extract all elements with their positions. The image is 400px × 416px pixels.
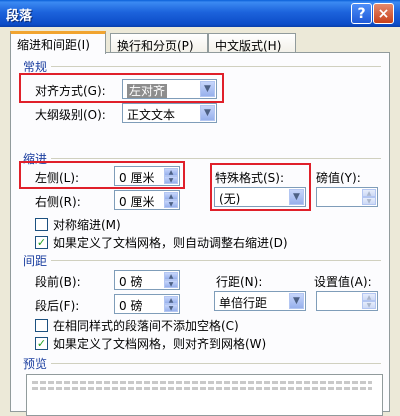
divider (51, 66, 381, 67)
indent-by-label: 磅值(Y): (316, 171, 361, 185)
no-space-same-style-checkbox[interactable] (35, 319, 48, 332)
mirror-indents-label: 对称缩进(M) (53, 218, 121, 232)
spin-down-icon[interactable]: ▼ (362, 301, 376, 309)
space-after-value: 0 磅 (119, 299, 143, 313)
line-spacing-select[interactable]: 单倍行距 ▼ (214, 291, 306, 311)
special-indent-label: 特殊格式(S): (215, 171, 285, 185)
alignment-value: 左对齐 (127, 84, 168, 98)
spin-up-icon[interactable]: ▲ (362, 293, 376, 301)
close-icon: × (377, 5, 390, 22)
chevron-down-icon[interactable]: ▼ (289, 189, 304, 205)
indent-by-spinner[interactable]: ▲ ▼ (316, 187, 378, 207)
divider (51, 363, 381, 364)
space-after-label: 段后(F): (35, 299, 80, 313)
space-before-value: 0 磅 (119, 275, 143, 289)
spin-down-icon[interactable]: ▼ (164, 304, 178, 312)
divider (51, 158, 381, 159)
tab-panel: 常规 对齐方式(G): 左对齐 ▼ 大纲级别(O): 正文文本 ▼ 缩进 左侧(… (10, 52, 390, 416)
spin-up-icon[interactable]: ▲ (164, 296, 178, 304)
tab-line-page-breaks[interactable]: 换行和分页(P) (110, 33, 208, 53)
left-indent-spinner[interactable]: 0 厘米 ▲ ▼ (114, 166, 180, 186)
preview-pane (26, 374, 383, 416)
auto-adjust-right-indent-checkbox[interactable]: ✓ (35, 236, 48, 249)
tab-label: 中文版式(H) (215, 39, 282, 53)
tab-indent-spacing[interactable]: 缩进和间距(I) (10, 31, 106, 54)
close-button[interactable]: × (373, 3, 394, 24)
spin-down-icon[interactable]: ▼ (164, 280, 178, 288)
spacing-at-spinner[interactable]: ▲ ▼ (316, 291, 378, 311)
window-title: 段落 (6, 9, 33, 24)
right-indent-spinner[interactable]: 0 厘米 ▲ ▼ (114, 190, 180, 210)
tab-label: 缩进和间距(I) (17, 38, 90, 52)
alignment-label: 对齐方式(G): (35, 84, 106, 98)
outline-level-label: 大纲级别(O): (35, 108, 106, 122)
divider (51, 260, 381, 261)
spin-down-icon[interactable]: ▼ (164, 200, 178, 208)
line-spacing-value: 单倍行距 (219, 296, 268, 310)
help-button[interactable]: ? (351, 3, 372, 24)
spin-up-icon[interactable]: ▲ (164, 192, 178, 200)
title-bar: 段落 ? × (0, 0, 400, 27)
space-before-label: 段前(B): (35, 275, 81, 289)
space-before-spinner[interactable]: 0 磅 ▲ ▼ (114, 270, 180, 290)
chevron-down-icon[interactable]: ▼ (200, 105, 215, 121)
section-preview: 预览 (23, 357, 48, 371)
tab-asian-typography[interactable]: 中文版式(H) (208, 33, 296, 53)
space-after-spinner[interactable]: 0 磅 ▲ ▼ (114, 294, 180, 314)
alignment-select[interactable]: 左对齐 ▼ (122, 79, 217, 99)
snap-to-grid-label: 如果定义了文档网格，则对齐到网格(W) (53, 337, 267, 351)
spin-up-icon[interactable]: ▲ (164, 272, 178, 280)
spin-down-icon[interactable]: ▼ (362, 197, 376, 205)
preview-text-line (32, 387, 372, 390)
right-indent-value: 0 厘米 (119, 195, 155, 209)
chevron-down-icon[interactable]: ▼ (289, 293, 304, 309)
special-indent-select[interactable]: (无) ▼ (214, 187, 306, 207)
tab-label: 换行和分页(P) (117, 39, 194, 53)
preview-text-line (32, 381, 372, 384)
outline-level-select[interactable]: 正文文本 ▼ (122, 103, 217, 123)
line-spacing-label: 行距(N): (216, 275, 263, 289)
right-indent-label: 右侧(R): (35, 195, 81, 209)
chevron-down-icon[interactable]: ▼ (200, 81, 215, 97)
section-indent: 缩进 (23, 152, 48, 166)
spin-up-icon[interactable]: ▲ (164, 168, 178, 176)
no-space-same-style-label: 在相同样式的段落间不添加空格(C) (53, 319, 239, 333)
spacing-at-label: 设置值(A): (314, 275, 372, 289)
mirror-indents-checkbox[interactable] (35, 218, 48, 231)
auto-adjust-right-indent-label: 如果定义了文档网格，则自动调整右缩进(D) (53, 236, 288, 250)
special-indent-value: (无) (219, 192, 241, 206)
spin-down-icon[interactable]: ▼ (164, 176, 178, 184)
section-general: 常规 (23, 60, 48, 74)
spin-up-icon[interactable]: ▲ (362, 189, 376, 197)
left-indent-value: 0 厘米 (119, 171, 155, 185)
outline-level-value: 正文文本 (127, 108, 176, 122)
left-indent-label: 左侧(L): (35, 171, 80, 185)
section-spacing: 间距 (23, 254, 48, 268)
help-icon: ? (357, 5, 366, 22)
snap-to-grid-checkbox[interactable]: ✓ (35, 337, 48, 350)
